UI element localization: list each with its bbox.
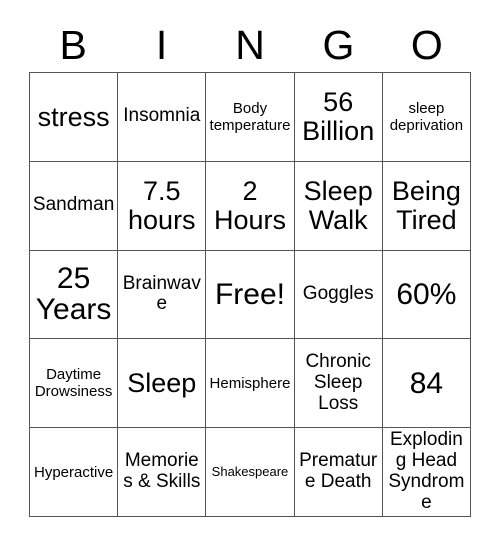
bingo-cell-label: Exploding Head Syndrome	[388, 429, 465, 513]
bingo-cell-r2c2[interactable]: 7.5 hours	[118, 161, 207, 251]
bingo-cell-label: 25 Years	[35, 261, 112, 327]
bingo-cell-r4c3[interactable]: Hemisphere	[206, 339, 295, 429]
bingo-header-letter-n: N	[235, 21, 265, 68]
bingo-cell-r3c4[interactable]: Goggles	[294, 250, 383, 340]
bingo-cell-r2c3[interactable]: 2 Hours	[206, 161, 295, 251]
bingo-cell-r1c5[interactable]: sleep deprivation	[382, 73, 471, 162]
bingo-cell-label: 84	[409, 366, 444, 400]
bingo-cell-r5c2[interactable]: Memories & Skills	[118, 428, 207, 517]
bingo-cell-label: Sandman	[32, 194, 115, 216]
bingo-header-letter-i: I	[155, 21, 168, 68]
bingo-cell-label: Shakespeare	[211, 464, 289, 480]
bingo-cell-label: sleep deprivation	[389, 99, 464, 134]
bingo-cell-r5c1[interactable]: Hyperactive	[30, 428, 119, 517]
bingo-cell-r1c4[interactable]: 56 Billion	[294, 73, 383, 162]
bingo-cell-label: 60%	[396, 277, 457, 311]
bingo-cell-r1c2[interactable]: Insomnia	[118, 73, 207, 162]
bingo-header-letter-o: O	[410, 21, 443, 68]
bingo-cell-label: 7.5 hours	[128, 176, 196, 235]
bingo-cell-r5c5[interactable]: Exploding Head Syndrome	[382, 428, 471, 517]
bingo-cell-label: Insomnia	[123, 105, 201, 127]
bingo-cell-r4c4[interactable]: Chronic Sleep Loss	[294, 339, 383, 429]
bingo-cell-label: 2 Hours	[213, 176, 286, 235]
bingo-cell-label: 56 Billion	[302, 87, 375, 146]
bingo-cell-r5c4[interactable]: Premature Death	[294, 428, 383, 517]
bingo-grid: stress Insomnia Body temperature 56 Bill…	[29, 72, 471, 517]
bingo-cell-r2c5[interactable]: Being Tired	[382, 161, 471, 251]
bingo-cell-label: Free!	[214, 277, 285, 311]
bingo-cell-r4c2[interactable]: Sleep	[118, 339, 207, 429]
bingo-cell-label: Sleep	[127, 367, 197, 398]
bingo-cell-label: Body temperature	[209, 99, 291, 134]
bingo-cell-r3c2[interactable]: Brainwave	[118, 250, 207, 340]
bingo-cell-label: Goggles	[302, 283, 374, 305]
bingo-cell-label: Being Tired	[391, 176, 461, 235]
bingo-header-letter-g: G	[322, 21, 355, 68]
bingo-cell-label: Daytime Drowsiness	[34, 366, 113, 401]
bingo-cell-r1c3[interactable]: Body temperature	[206, 73, 295, 162]
bingo-header-row: B I N G O	[29, 18, 471, 72]
bingo-cell-r2c4[interactable]: Sleep Walk	[294, 161, 383, 251]
bingo-cell-r1c1[interactable]: stress	[30, 73, 119, 162]
bingo-cell-label: stress	[37, 101, 110, 132]
bingo-header-letter-b: B	[59, 21, 87, 68]
bingo-cell-r4c1[interactable]: Daytime Drowsiness	[30, 339, 119, 429]
bingo-cell-r3c1[interactable]: 25 Years	[30, 250, 119, 340]
bingo-cell-r3c5[interactable]: 60%	[382, 250, 471, 340]
bingo-card: B I N G O stress Insomnia Body temperatu…	[0, 0, 500, 544]
bingo-cell-label: Memories & Skills	[123, 450, 201, 493]
bingo-cell-label: Sleep Walk	[303, 176, 373, 235]
bingo-cell-r5c3[interactable]: Shakespeare	[206, 428, 295, 517]
bingo-cell-r2c1[interactable]: Sandman	[30, 161, 119, 251]
bingo-cell-label: Brainwave	[122, 272, 201, 315]
bingo-cell-label: Chronic Sleep Loss	[305, 350, 371, 414]
bingo-cell-label: Hemisphere	[209, 374, 291, 392]
bingo-cell-label: Premature Death	[299, 450, 378, 493]
bingo-cell-label: Hyperactive	[33, 463, 114, 481]
bingo-cell-free-space[interactable]: Free!	[206, 250, 295, 340]
bingo-cell-r4c5[interactable]: 84	[382, 339, 471, 429]
